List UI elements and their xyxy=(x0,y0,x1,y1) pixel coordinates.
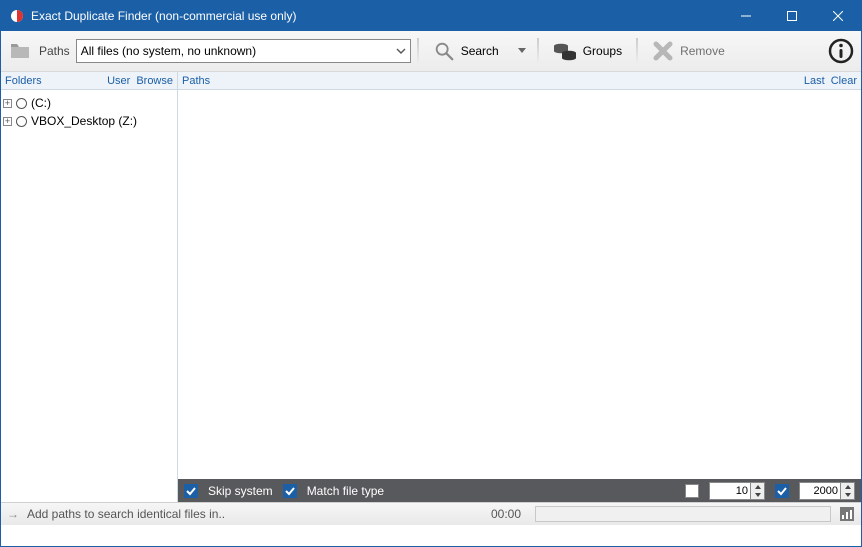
paths-list[interactable] xyxy=(178,90,861,479)
folders-user-link[interactable]: User xyxy=(107,75,130,87)
remove-icon xyxy=(652,40,674,62)
maximize-button[interactable] xyxy=(769,1,815,31)
spinner-arrows[interactable] xyxy=(841,482,855,500)
groups-icon xyxy=(553,40,577,62)
drive-item[interactable]: + (C:) xyxy=(3,94,175,112)
status-time: 00:00 xyxy=(491,507,527,521)
minimize-button[interactable] xyxy=(723,1,769,31)
drive-radio[interactable] xyxy=(16,98,27,109)
groups-button[interactable]: Groups xyxy=(545,35,630,67)
expand-icon[interactable]: + xyxy=(3,117,12,126)
filter-bar: Skip system Match file type xyxy=(178,479,861,502)
folders-title: Folders xyxy=(5,75,42,87)
titlebar: Exact Duplicate Finder (non-commercial u… xyxy=(1,1,861,31)
file-filter-value: All files (no system, no unknown) xyxy=(81,44,256,58)
skip-system-checkbox[interactable] xyxy=(184,484,198,498)
check-icon xyxy=(186,486,196,496)
min-size-spinner[interactable] xyxy=(709,482,765,500)
check-icon xyxy=(285,486,295,496)
status-bar: → Add paths to search identical files in… xyxy=(1,502,861,525)
search-icon xyxy=(433,40,455,62)
match-type-checkbox[interactable] xyxy=(283,484,297,498)
drive-label: (C:) xyxy=(31,96,51,110)
paths-panel: Paths Last Clear Skip system Match file … xyxy=(178,72,861,502)
groups-label: Groups xyxy=(583,44,622,58)
status-arrow-icon: → xyxy=(7,507,19,521)
drive-label: VBOX_Desktop (Z:) xyxy=(31,114,137,128)
info-button[interactable] xyxy=(827,37,855,65)
remove-button[interactable]: Remove xyxy=(644,35,733,67)
min-size-input[interactable] xyxy=(709,482,751,500)
separator xyxy=(417,38,419,64)
spinner-arrows[interactable] xyxy=(751,482,765,500)
paths-clear-link[interactable]: Clear xyxy=(831,75,857,87)
expand-icon[interactable]: + xyxy=(3,99,12,108)
drive-radio[interactable] xyxy=(16,116,27,127)
folders-panel-header: Folders User Browse xyxy=(1,72,177,90)
chart-icon[interactable] xyxy=(839,506,855,522)
paths-label: Paths xyxy=(39,44,70,58)
search-dropdown[interactable] xyxy=(513,48,531,54)
main-area: Folders User Browse + (C:) + VBOX_Deskto… xyxy=(1,72,861,502)
skip-system-label: Skip system xyxy=(208,484,273,498)
folders-panel: Folders User Browse + (C:) + VBOX_Deskto… xyxy=(1,72,178,502)
drive-item[interactable]: + VBOX_Desktop (Z:) xyxy=(3,112,175,130)
status-hint: Add paths to search identical files in.. xyxy=(27,507,225,521)
separator xyxy=(636,38,638,64)
window-title: Exact Duplicate Finder (non-commercial u… xyxy=(31,9,723,23)
paths-title: Paths xyxy=(182,75,210,87)
paths-last-link[interactable]: Last xyxy=(804,75,825,87)
app-icon xyxy=(9,8,25,24)
close-button[interactable] xyxy=(815,1,861,31)
file-filter-combo[interactable]: All files (no system, no unknown) xyxy=(76,39,411,63)
folder-icon xyxy=(7,38,33,64)
paths-panel-header: Paths Last Clear xyxy=(178,72,861,90)
chevron-down-icon xyxy=(396,46,406,56)
match-type-label: Match file type xyxy=(307,484,384,498)
max-size-input[interactable] xyxy=(799,482,841,500)
folders-browse-link[interactable]: Browse xyxy=(136,75,173,87)
max-size-checkbox[interactable] xyxy=(775,484,789,498)
search-label: Search xyxy=(461,44,499,58)
max-size-spinner[interactable] xyxy=(799,482,855,500)
progress-bar xyxy=(535,506,831,522)
drive-tree: + (C:) + VBOX_Desktop (Z:) xyxy=(1,90,177,134)
check-icon xyxy=(777,486,787,496)
search-button[interactable]: Search xyxy=(425,35,507,67)
toolbar: Paths All files (no system, no unknown) … xyxy=(1,31,861,72)
chevron-down-icon xyxy=(518,48,526,54)
remove-label: Remove xyxy=(680,44,725,58)
separator xyxy=(537,38,539,64)
min-size-checkbox[interactable] xyxy=(685,484,699,498)
